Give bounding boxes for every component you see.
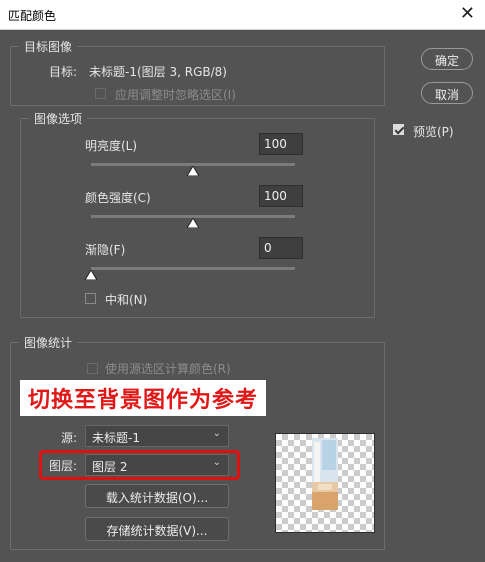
target-image-group: 目标图像 目标: 未标题-1(图层 3, RGB/8) 应用调整时忽略选区(I) (10, 38, 385, 106)
source-preview-thumbnail (275, 433, 375, 533)
fade-slider-track[interactable] (91, 267, 295, 270)
neutralize-label: 中和(N) (105, 293, 148, 307)
luminance-input[interactable]: 100 (259, 133, 303, 155)
load-stats-button[interactable]: 载入统计数据(O)... (85, 484, 229, 508)
save-stats-button[interactable]: 存储统计数据(V)... (85, 517, 229, 541)
source-select-value: 未标题-1 (92, 431, 140, 445)
layer-highlight-box (39, 450, 240, 480)
ignore-selection-label: 应用调整时忽略选区(I) (115, 88, 236, 102)
image-options-group: 图像选项 明亮度(L) 100 颜色强度(C) 100 渐隐(F) 0 中和(N… (20, 110, 375, 318)
image-stats-group: 图像统计 使用源选区计算颜色(R) 源: 未标题-1 ⌄ 图层: 图层 2 ⌄ … (10, 334, 385, 550)
target-value: 未标题-1(图层 3, RGB/8) (89, 65, 227, 79)
source-label: 源: (61, 431, 78, 445)
cancel-button[interactable]: 取消 (421, 82, 473, 104)
preview-checkbox[interactable] (393, 124, 404, 135)
color-intensity-label: 颜色强度(C) (85, 191, 151, 205)
image-stats-legend: 图像统计 (19, 334, 78, 351)
ok-button[interactable]: 确定 (421, 48, 473, 70)
color-intensity-input[interactable]: 100 (259, 185, 303, 207)
use-source-selection-label: 使用源选区计算颜色(R) (105, 362, 231, 376)
chevron-down-icon: ⌄ (212, 428, 221, 439)
target-image-legend: 目标图像 (19, 38, 78, 55)
title-bar: 匹配颜色 ✕ (0, 0, 485, 30)
target-label: 目标: (49, 65, 78, 79)
neutralize-checkbox[interactable] (85, 293, 96, 304)
fade-input[interactable]: 0 (259, 237, 303, 259)
annotation-banner: 切换至背景图作为参考 (20, 380, 267, 416)
source-select[interactable]: 未标题-1 ⌄ (85, 425, 229, 447)
use-source-selection-checkbox[interactable] (87, 363, 98, 374)
fade-label: 渐隐(F) (85, 243, 126, 257)
ignore-selection-checkbox[interactable] (95, 88, 106, 99)
preview-label: 预览(P) (413, 125, 454, 139)
image-options-legend: 图像选项 (29, 110, 88, 127)
close-icon[interactable]: ✕ (460, 3, 475, 24)
luminance-label: 明亮度(L) (85, 139, 138, 153)
window-title: 匹配颜色 (8, 9, 57, 23)
source-image (312, 438, 338, 510)
